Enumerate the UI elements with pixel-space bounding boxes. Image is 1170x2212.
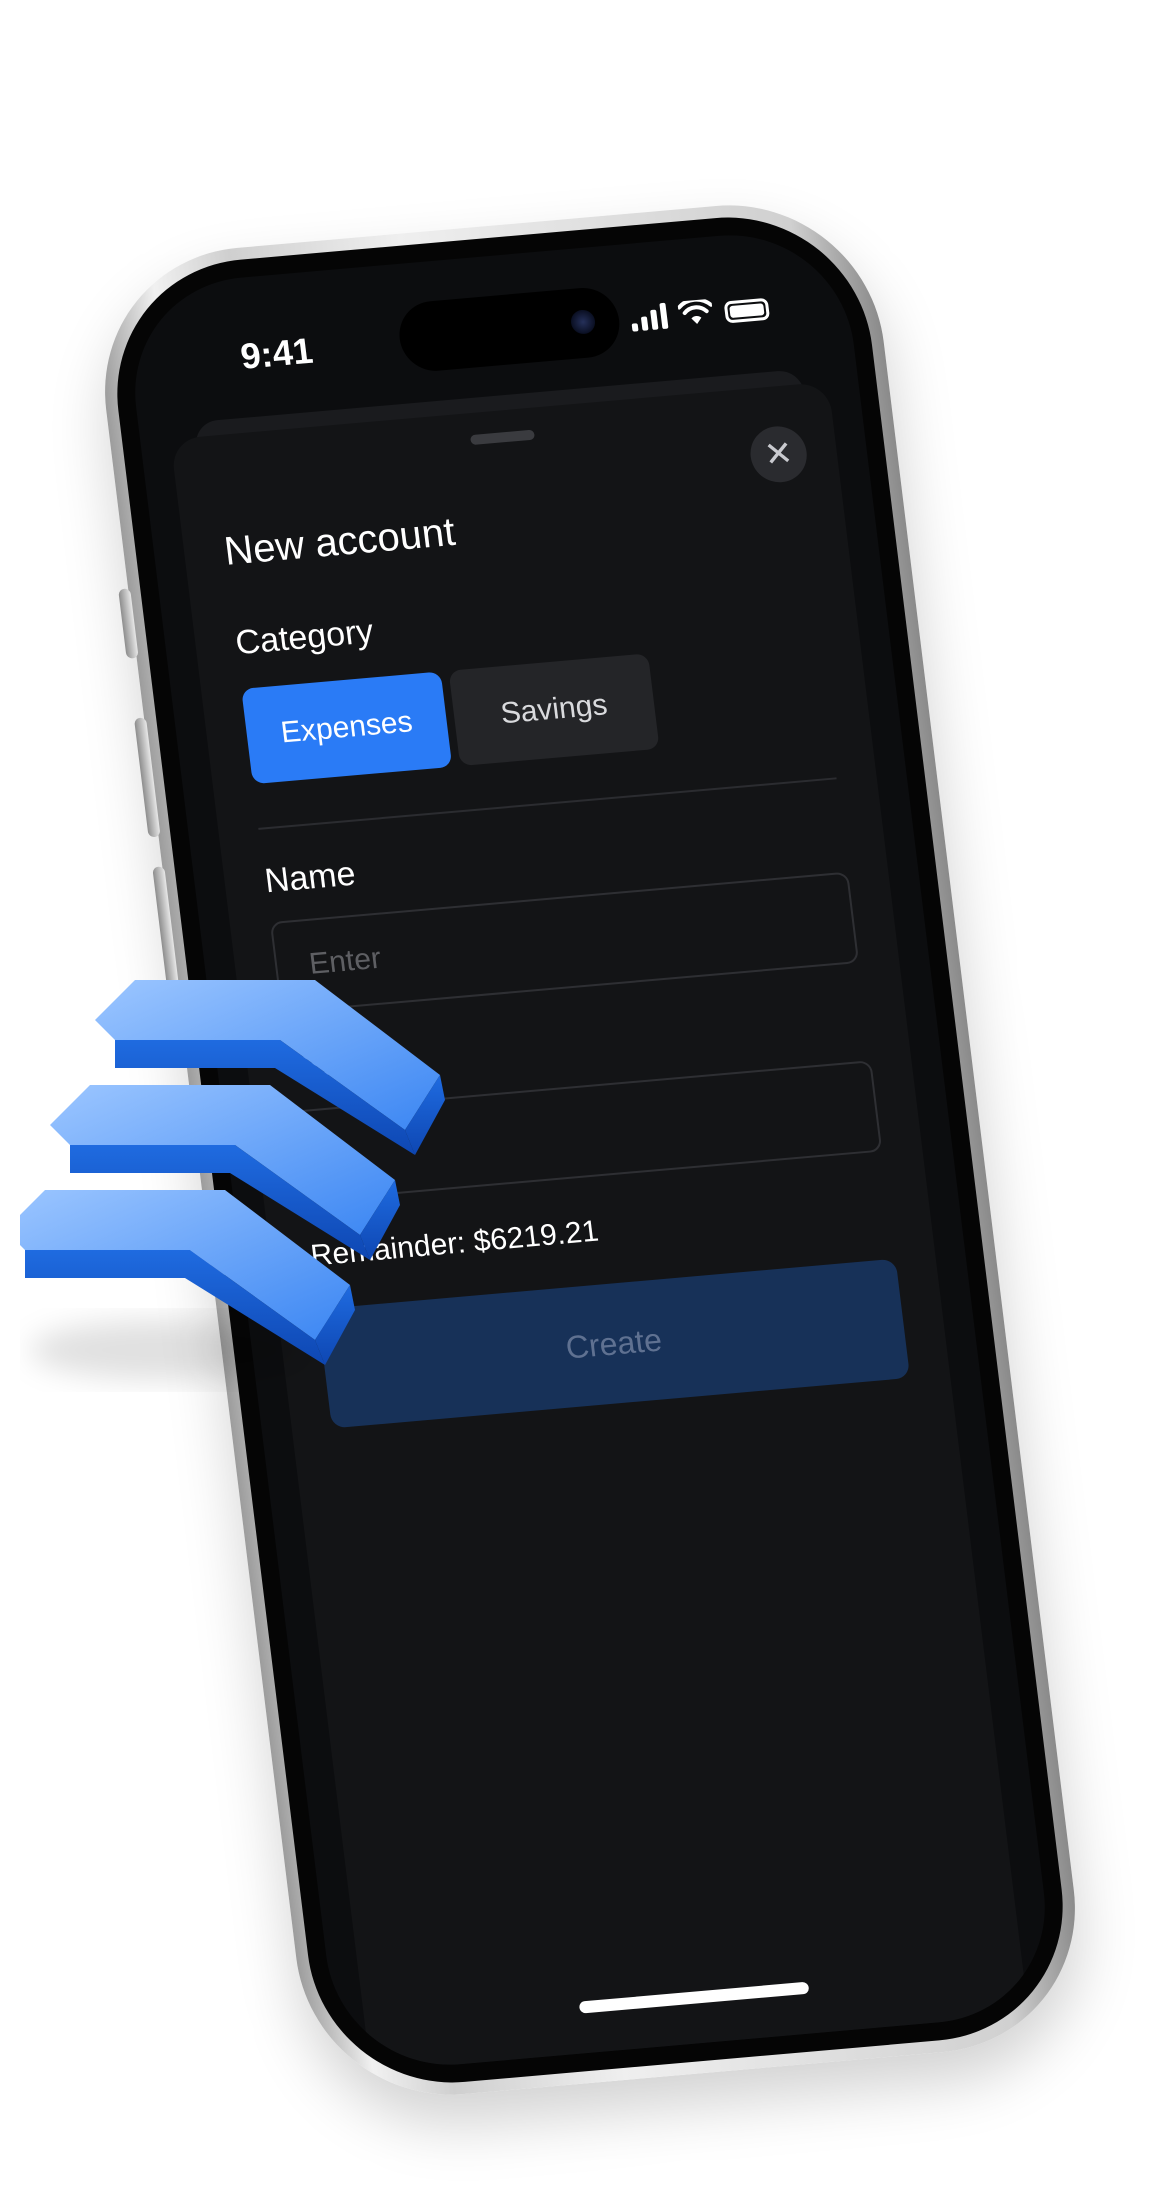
category-segmented-control: Expenses Savings: [241, 653, 660, 785]
divider: [258, 777, 837, 830]
close-icon: ✕: [762, 434, 796, 475]
volume-down-button: [152, 866, 179, 987]
marketing-stage: 9:41 ✕ New account Category Expenses Sav…: [0, 0, 1170, 2212]
status-icons: [629, 292, 771, 332]
volume-up-button: [134, 717, 161, 838]
category-option-savings[interactable]: Savings: [448, 653, 660, 767]
name-label: Name: [262, 854, 358, 901]
dynamic-island: [395, 285, 624, 374]
action-button: [118, 588, 139, 659]
battery-icon: [723, 297, 771, 324]
stacked-chevrons-logo-icon: [20, 980, 445, 1380]
cellular-signal-icon: [629, 301, 669, 332]
category-label: Category: [233, 612, 376, 663]
front-camera: [569, 309, 597, 335]
close-button[interactable]: ✕: [747, 424, 810, 485]
sheet-grabber[interactable]: [469, 429, 536, 446]
page-title: New account: [221, 509, 458, 574]
status-time: 9:41: [238, 329, 316, 377]
category-option-expenses[interactable]: Expenses: [241, 671, 453, 785]
wifi-icon: [677, 298, 713, 325]
